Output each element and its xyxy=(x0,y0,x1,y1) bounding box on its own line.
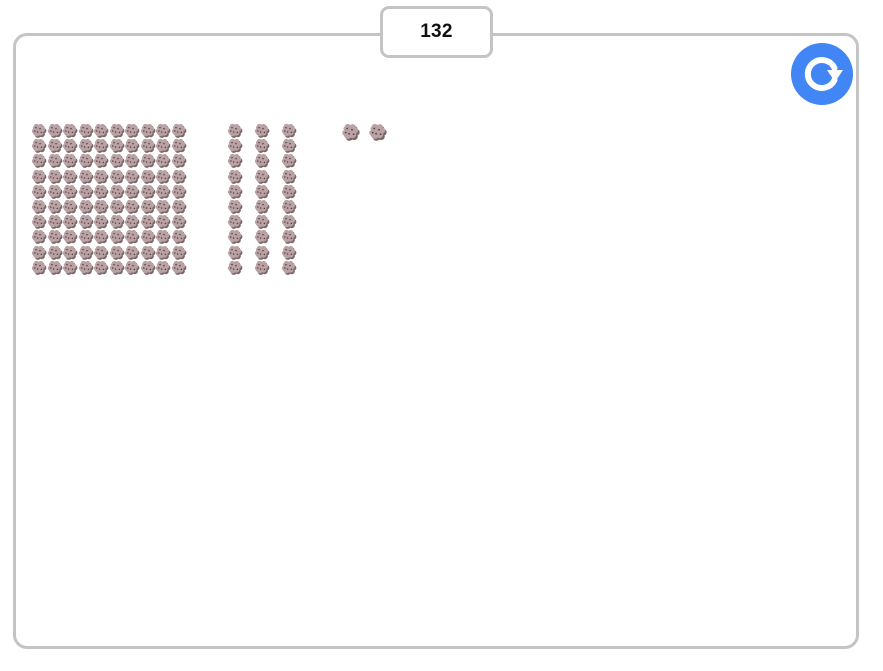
rotate-clockwise-icon xyxy=(791,43,853,105)
cookie-icon xyxy=(227,245,243,260)
hundreds-cookie xyxy=(170,199,188,215)
cookie-icon xyxy=(281,260,297,275)
tens-cookie xyxy=(253,245,271,261)
cookie-icon xyxy=(281,230,297,245)
cookie-icon xyxy=(281,139,297,154)
cookie-icon xyxy=(281,154,297,169)
hundreds-block[interactable] xyxy=(30,123,188,275)
ones-group xyxy=(340,123,390,143)
cookie-icon xyxy=(254,260,270,275)
hundreds-cookie xyxy=(170,123,188,139)
tens-cookie xyxy=(226,184,244,200)
hundreds-cookie xyxy=(170,184,188,200)
tens-cookie xyxy=(280,138,298,154)
tens-cookie xyxy=(226,123,244,139)
tens-rod[interactable] xyxy=(226,123,244,275)
tens-cookie xyxy=(226,138,244,154)
tens-cookie xyxy=(280,260,298,276)
tens-cookie xyxy=(226,153,244,169)
cookie-icon xyxy=(171,199,186,214)
cookie-icon xyxy=(227,260,243,275)
cookie-icon xyxy=(171,184,186,199)
tens-cookie xyxy=(226,260,244,276)
cookie-icon xyxy=(227,230,243,245)
tens-rod[interactable] xyxy=(253,123,271,275)
cookie-icon xyxy=(254,139,270,154)
tens-cookie xyxy=(280,199,298,215)
cookie-icon xyxy=(227,199,243,214)
cookie-icon xyxy=(342,124,360,141)
cookie-icon xyxy=(254,169,270,184)
tens-cookie xyxy=(253,153,271,169)
hundreds-cookie xyxy=(170,245,188,261)
cookie-icon xyxy=(171,123,186,138)
cookie-icon xyxy=(171,169,186,184)
hundreds-cookie xyxy=(170,214,188,230)
tens-cookie xyxy=(253,199,271,215)
tens-cookie xyxy=(226,214,244,230)
ones-cookie[interactable] xyxy=(340,123,362,143)
hundreds-cookie xyxy=(170,260,188,276)
tens-cookie xyxy=(226,229,244,245)
hundreds-cookie xyxy=(170,138,188,154)
cookie-icon xyxy=(171,139,186,154)
tens-cookie xyxy=(226,245,244,261)
cookie-icon xyxy=(369,124,387,141)
tens-rod[interactable] xyxy=(280,123,298,275)
tens-cookie xyxy=(253,123,271,139)
tens-cookie xyxy=(280,169,298,185)
ones-cookie[interactable] xyxy=(367,123,389,143)
cookie-icon xyxy=(281,184,297,199)
tens-cookie xyxy=(253,260,271,276)
hundreds-cookie xyxy=(170,229,188,245)
tens-cookie xyxy=(253,169,271,185)
reset-button[interactable] xyxy=(791,43,853,105)
cookie-icon xyxy=(171,215,186,230)
cookie-icon xyxy=(171,230,186,245)
tens-cookie xyxy=(280,245,298,261)
hundreds-cookie xyxy=(170,153,188,169)
cookie-icon xyxy=(227,169,243,184)
tens-cookie xyxy=(253,229,271,245)
cookie-icon xyxy=(254,123,270,138)
tens-cookie xyxy=(280,229,298,245)
cookie-icon xyxy=(254,230,270,245)
cookie-icon xyxy=(254,199,270,214)
number-display: 132 xyxy=(380,6,493,58)
cookie-icon xyxy=(254,215,270,230)
cookie-icon xyxy=(227,123,243,138)
tens-cookie xyxy=(253,214,271,230)
cookie-icon xyxy=(281,199,297,214)
tens-cookie xyxy=(226,199,244,215)
cookie-icon xyxy=(281,215,297,230)
tens-cookie xyxy=(280,184,298,200)
cookie-icon xyxy=(281,169,297,184)
cookie-icon xyxy=(171,154,186,169)
cookie-icon xyxy=(227,154,243,169)
tens-cookie xyxy=(226,169,244,185)
tens-cookie xyxy=(280,153,298,169)
hundreds-cookie xyxy=(170,169,188,185)
cookie-icon xyxy=(281,123,297,138)
cookie-icon xyxy=(171,260,186,275)
cookie-icon xyxy=(227,184,243,199)
number-value: 132 xyxy=(420,21,453,42)
tens-cookie xyxy=(253,184,271,200)
cookie-icon xyxy=(254,154,270,169)
cookie-icon xyxy=(254,245,270,260)
tens-cookie xyxy=(280,214,298,230)
cookie-icon xyxy=(254,184,270,199)
cookie-icon xyxy=(171,245,186,260)
cookie-icon xyxy=(281,245,297,260)
tens-rods-group xyxy=(226,123,300,275)
tens-cookie xyxy=(253,138,271,154)
cookie-icon xyxy=(227,139,243,154)
tens-cookie xyxy=(280,123,298,139)
cookie-icon xyxy=(227,215,243,230)
